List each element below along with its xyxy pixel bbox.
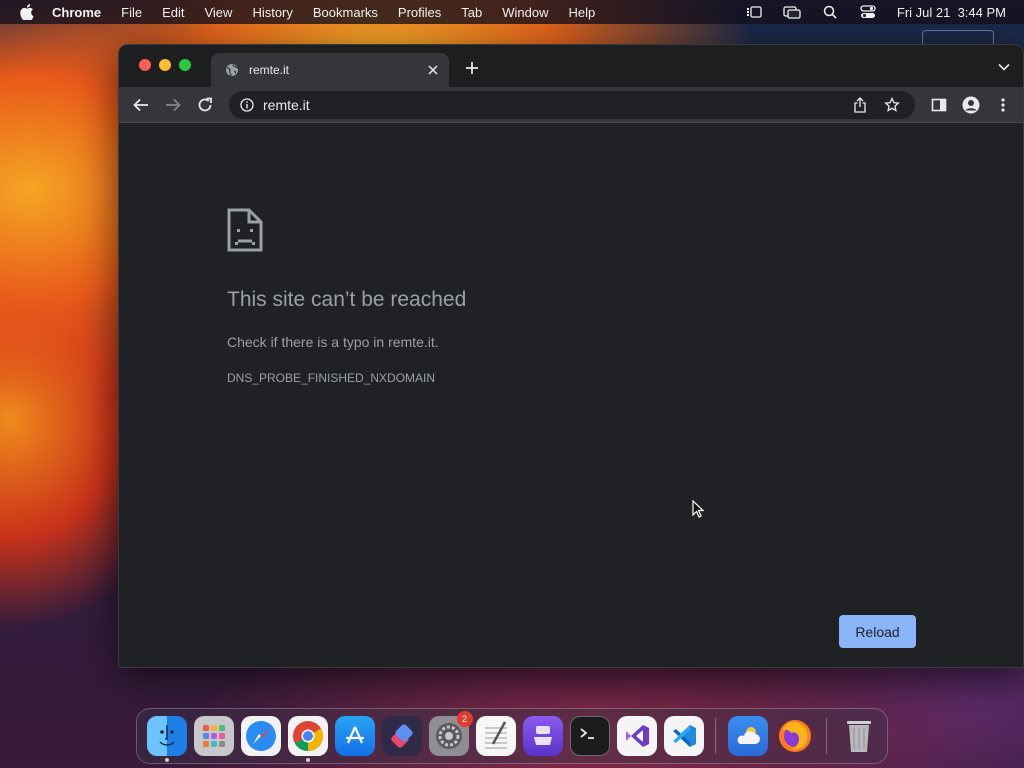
browser-toolbar: remte.it xyxy=(119,87,1023,123)
error-code: DNS_PROBE_FINISHED_NXDOMAIN xyxy=(227,371,436,385)
menu-history[interactable]: History xyxy=(252,5,292,20)
close-window-button[interactable] xyxy=(139,59,151,71)
zoom-window-button[interactable] xyxy=(179,59,191,71)
mouse-cursor-icon xyxy=(692,499,705,518)
background-window-edge xyxy=(922,30,994,44)
forward-button[interactable] xyxy=(163,95,183,115)
screen-mirroring-icon[interactable] xyxy=(783,5,801,19)
tab-strip: remte.it xyxy=(119,45,1023,87)
reload-icon-button[interactable] xyxy=(195,95,215,115)
notification-badge: 2 xyxy=(456,711,473,727)
safari-icon[interactable] xyxy=(240,716,281,756)
menu-bookmarks[interactable]: Bookmarks xyxy=(313,5,378,20)
stage-manager-icon[interactable] xyxy=(745,5,763,19)
running-indicator xyxy=(164,758,169,762)
control-center-icon[interactable] xyxy=(859,5,877,19)
tab-close-icon[interactable] xyxy=(425,62,441,78)
app-store-icon[interactable] xyxy=(334,716,375,756)
tab-title: remte.it xyxy=(249,63,290,77)
dock-separator xyxy=(826,718,827,754)
back-button[interactable] xyxy=(131,95,151,115)
menubar-clock[interactable]: Fri Jul 21 3:44 PM xyxy=(897,5,1006,20)
menu-bar: Chrome File Edit View History Bookmarks … xyxy=(0,0,1024,24)
chrome-window: remte.it remte.it This site can’t be rea… xyxy=(118,44,1024,668)
menu-profiles[interactable]: Profiles xyxy=(398,5,441,20)
spotlight-search-icon[interactable] xyxy=(821,5,839,19)
vscode-icon[interactable] xyxy=(663,716,704,756)
error-title: This site can’t be reached xyxy=(227,288,467,311)
menu-edit[interactable]: Edit xyxy=(162,5,184,20)
url-text[interactable]: remte.it xyxy=(263,97,851,113)
error-page: This site can’t be reached Check if ther… xyxy=(119,124,1023,667)
menu-file[interactable]: File xyxy=(121,5,142,20)
menu-window[interactable]: Window xyxy=(502,5,548,20)
dock-separator xyxy=(715,718,716,754)
visual-studio-icon[interactable] xyxy=(616,716,657,756)
site-info-icon[interactable] xyxy=(239,97,255,113)
weather-icon[interactable] xyxy=(727,716,768,756)
new-tab-button[interactable] xyxy=(463,59,481,77)
trash-icon[interactable] xyxy=(839,716,879,756)
firefox-icon[interactable] xyxy=(775,716,815,756)
apple-menu-icon[interactable] xyxy=(18,4,36,20)
dock: 2 xyxy=(136,708,888,764)
tab-remte[interactable]: remte.it xyxy=(211,53,449,87)
reload-button[interactable]: Reload xyxy=(839,615,916,648)
app-menu-chrome[interactable]: Chrome xyxy=(52,5,101,20)
menu-tab[interactable]: Tab xyxy=(461,5,482,20)
finder-icon[interactable] xyxy=(146,716,187,762)
address-bar[interactable]: remte.it xyxy=(229,91,915,119)
textedit-icon[interactable] xyxy=(475,716,516,756)
more-menu-icon[interactable] xyxy=(993,95,1013,115)
share-icon[interactable] xyxy=(851,96,869,114)
error-description: Check if there is a typo in remte.it. xyxy=(227,334,439,350)
launchpad-icon[interactable] xyxy=(193,716,234,756)
globe-icon xyxy=(225,63,239,77)
menu-help[interactable]: Help xyxy=(569,5,596,20)
profile-avatar-icon[interactable] xyxy=(961,95,981,115)
bookmark-star-icon[interactable] xyxy=(883,96,901,114)
minimize-window-button[interactable] xyxy=(159,59,171,71)
shortcuts-icon[interactable] xyxy=(381,716,422,756)
tab-search-chevron-icon[interactable] xyxy=(997,61,1011,73)
simulator-icon[interactable] xyxy=(522,716,563,756)
menu-view[interactable]: View xyxy=(204,5,232,20)
terminal-icon[interactable] xyxy=(569,716,610,756)
chrome-icon[interactable] xyxy=(287,716,328,762)
system-settings-icon[interactable]: 2 xyxy=(428,711,473,756)
sad-document-icon xyxy=(227,208,263,252)
side-panel-icon[interactable] xyxy=(929,95,949,115)
running-indicator xyxy=(305,758,310,762)
